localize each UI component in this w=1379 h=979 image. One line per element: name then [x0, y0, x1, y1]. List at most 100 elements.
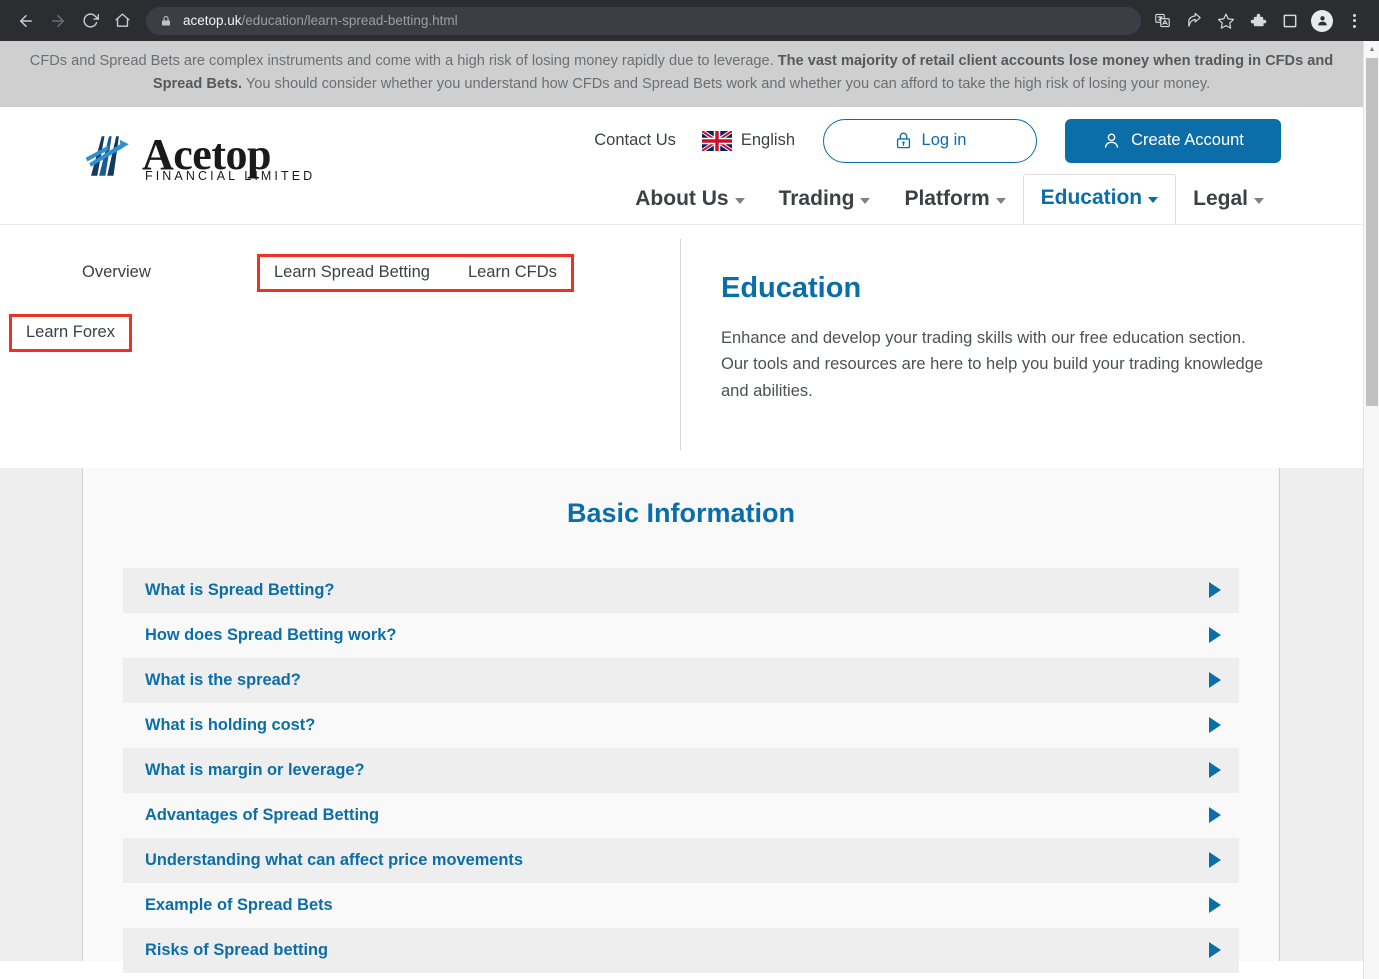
mega-menu-item-overview[interactable]: Overview: [82, 263, 257, 282]
risk-warning-banner: CFDs and Spread Bets are complex instrum…: [0, 41, 1363, 107]
create-account-button[interactable]: Create Account: [1065, 118, 1281, 163]
nav-label: Trading: [778, 186, 855, 210]
nav-label: About Us: [635, 186, 729, 210]
profile-avatar-icon[interactable]: [1307, 6, 1337, 36]
accordion-label: How does Spread Betting work?: [145, 625, 397, 644]
accordion-item[interactable]: Advantages of Spread Betting: [123, 793, 1239, 838]
accordion-item[interactable]: What is holding cost?: [123, 703, 1239, 748]
chevron-down-icon: [734, 197, 745, 204]
chevron-down-icon: [1148, 196, 1159, 203]
nav-item-education[interactable]: Education: [1022, 173, 1177, 228]
main-navigation: About Us Trading Platform Education Lega…: [618, 173, 1281, 228]
header-utility-row: Contact Us English Log in Create Account: [594, 118, 1281, 163]
triangle-right-icon: [1209, 582, 1221, 599]
mega-menu-row-1: Overview Learn Spread Betting Learn CFDs: [82, 253, 680, 292]
page-viewport: CFDs and Spread Bets are complex instrum…: [0, 41, 1379, 979]
chevron-down-icon: [1254, 197, 1264, 204]
triangle-right-icon: [1209, 627, 1221, 644]
risk-warning-text-part2: You should consider whether you understa…: [242, 75, 1211, 92]
address-bar-url: acetop.uk/education/learn-spread-betting…: [183, 13, 458, 28]
scrollbar-up-arrow[interactable]: ▲: [1364, 41, 1379, 57]
extensions-puzzle-icon[interactable]: [1243, 6, 1273, 36]
accordion-list: What is Spread Betting? How does Spread …: [83, 567, 1279, 973]
mega-menu-row-2: Learn Forex: [9, 313, 680, 352]
triangle-right-icon: [1209, 942, 1221, 959]
highlight-box-group-1: Learn Spread Betting Learn CFDs: [257, 253, 574, 292]
contact-us-link[interactable]: Contact Us: [594, 131, 676, 150]
browser-toolbar: acetop.uk/education/learn-spread-betting…: [0, 0, 1379, 41]
accordion-label: What is holding cost?: [145, 715, 316, 734]
mega-menu-panel: Education Enhance and develop your tradi…: [680, 225, 1300, 468]
nav-item-trading[interactable]: Trading: [762, 176, 888, 224]
site-logo[interactable]: Acetop FINANCIAL LIMITED: [82, 129, 315, 183]
log-in-button[interactable]: Log in: [823, 118, 1037, 163]
accordion-item[interactable]: Understanding what can affect price move…: [123, 837, 1239, 883]
education-mega-menu: Overview Learn Spread Betting Learn CFDs…: [0, 223, 1363, 468]
side-panel-icon[interactable]: [1275, 6, 1305, 36]
accordion-label: What is margin or leverage?: [145, 760, 365, 779]
mega-menu-panel-description: Enhance and develop your trading skills …: [721, 328, 1264, 400]
bookmark-star-icon[interactable]: [1211, 6, 1241, 36]
create-account-label: Create Account: [1131, 131, 1244, 150]
triangle-right-icon: [1209, 897, 1221, 914]
home-icon[interactable]: [106, 5, 138, 37]
highlight-box-group-2: Learn Forex: [9, 313, 132, 352]
mega-menu-divider: [680, 238, 681, 450]
chevron-down-icon: [995, 197, 1006, 204]
back-arrow-icon[interactable]: [10, 5, 42, 37]
nav-label: Education: [1040, 185, 1143, 209]
triangle-right-icon: [1209, 852, 1221, 869]
logo-subtitle: FINANCIAL LIMITED: [145, 169, 316, 184]
nav-item-platform[interactable]: Platform: [887, 176, 1022, 224]
nav-label: Platform: [904, 186, 990, 210]
user-icon: [1104, 133, 1119, 148]
mega-menu-item-learn-cfds[interactable]: Learn CFDs: [468, 263, 557, 282]
share-icon[interactable]: [1179, 6, 1209, 36]
accordion-label: Example of Spread Bets: [145, 895, 333, 914]
lock-icon: [896, 132, 910, 149]
log-in-label: Log in: [921, 131, 967, 150]
mega-menu-links: Overview Learn Spread Betting Learn CFDs…: [0, 225, 680, 468]
uk-flag-icon: [701, 130, 732, 151]
language-selector[interactable]: English: [701, 130, 795, 151]
accordion-item[interactable]: What is Spread Betting?: [123, 567, 1239, 613]
risk-warning-text-part1: CFDs and Spread Bets are complex instrum…: [29, 53, 778, 69]
accordion-label: What is the spread?: [145, 670, 301, 689]
triangle-right-icon: [1209, 672, 1221, 689]
reload-icon[interactable]: [74, 5, 106, 37]
lock-icon: [160, 15, 172, 27]
forward-arrow-icon[interactable]: [42, 5, 74, 37]
address-bar[interactable]: acetop.uk/education/learn-spread-betting…: [146, 6, 1141, 35]
triangle-right-icon: [1209, 762, 1221, 779]
accordion-label: Risks of Spread betting: [145, 940, 329, 959]
mega-menu-item-learn-forex[interactable]: Learn Forex: [26, 323, 115, 341]
accordion-item[interactable]: What is margin or leverage?: [123, 747, 1239, 793]
triangle-right-icon: [1209, 807, 1221, 824]
accordion-item[interactable]: Risks of Spread betting: [123, 927, 1239, 973]
page-scrollbar[interactable]: ▲: [1363, 41, 1379, 979]
site-header: Acetop FINANCIAL LIMITED Contact Us Engl…: [0, 106, 1363, 228]
accordion-item[interactable]: Example of Spread Bets: [123, 883, 1239, 928]
accordion-label: What is Spread Betting?: [145, 580, 335, 599]
triangle-right-icon: [1209, 717, 1221, 734]
url-host: acetop.uk: [183, 13, 242, 28]
mega-menu-panel-title: Education: [721, 271, 862, 304]
nav-item-about-us[interactable]: About Us: [618, 176, 761, 224]
url-path: /education/learn-spread-betting.html: [241, 13, 458, 28]
page-title: Basic Information: [566, 497, 796, 528]
more-menu-icon[interactable]: [1339, 6, 1369, 36]
accordion-item[interactable]: What is the spread?: [123, 657, 1239, 703]
language-label: English: [740, 131, 795, 150]
nav-label: Legal: [1193, 186, 1248, 210]
translate-icon[interactable]: [1147, 6, 1177, 36]
accordion-label: Advantages of Spread Betting: [145, 805, 380, 824]
mega-menu-item-learn-spread-betting[interactable]: Learn Spread Betting: [274, 263, 430, 282]
chevron-down-icon: [860, 197, 871, 204]
accordion-item[interactable]: How does Spread Betting work?: [123, 613, 1239, 658]
nav-item-legal[interactable]: Legal: [1176, 176, 1281, 224]
acetop-logo-mark: [85, 135, 129, 176]
accordion-label: Understanding what can affect price move…: [145, 850, 523, 869]
page-content: Basic Information What is Spread Betting…: [0, 467, 1363, 973]
scrollbar-thumb[interactable]: [1366, 58, 1378, 406]
browser-toolbar-actions: [1147, 6, 1369, 36]
